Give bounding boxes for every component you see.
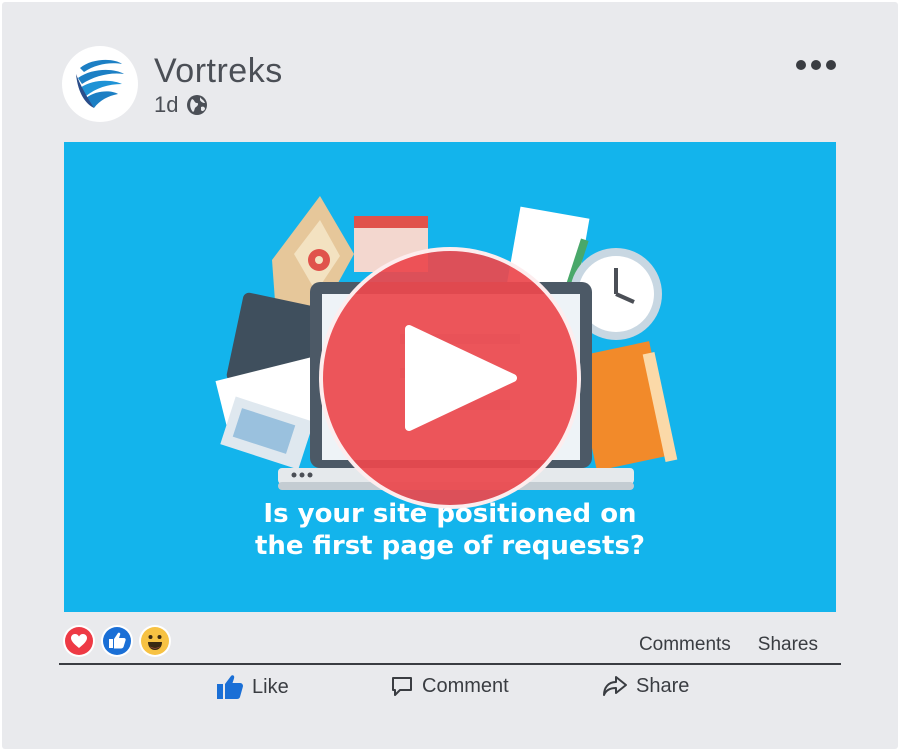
- thumbs-up-icon: [217, 675, 244, 699]
- post-meta: 1d: [154, 92, 208, 118]
- haha-reaction-icon: [139, 625, 171, 657]
- action-bar: Like Comment Share: [2, 674, 898, 706]
- page-avatar[interactable]: [62, 46, 138, 122]
- vortreks-logo-icon: [76, 59, 124, 108]
- play-button[interactable]: [319, 247, 581, 509]
- engagement-counts: Comments Shares: [639, 634, 818, 656]
- globe-icon: [187, 95, 208, 115]
- caption-line: Is your site positioned on: [263, 499, 637, 529]
- post-age[interactable]: 1d: [154, 92, 178, 118]
- shares-count-link[interactable]: Shares: [758, 634, 818, 656]
- video-caption: Is your site positioned on the first pag…: [64, 498, 836, 562]
- caption-line: the first page of requests?: [254, 531, 646, 561]
- comments-count-link[interactable]: Comments: [639, 634, 731, 656]
- like-button[interactable]: Like: [216, 674, 289, 700]
- post-card: Vortreks 1d Is your site positioned on t…: [2, 2, 898, 749]
- comment-icon: [392, 677, 412, 696]
- reactions-summary[interactable]: [62, 624, 176, 658]
- like-reaction-icon: [101, 625, 133, 657]
- share-icon: [603, 676, 627, 696]
- more-dot: [796, 60, 806, 70]
- more-dot: [826, 60, 836, 70]
- comment-label: Comment: [422, 674, 509, 697]
- more-options-button[interactable]: [796, 60, 836, 70]
- share-button[interactable]: Share: [602, 674, 689, 698]
- share-label: Share: [636, 674, 690, 697]
- love-reaction-icon: [63, 625, 95, 657]
- like-label: Like: [252, 675, 289, 698]
- page-name[interactable]: Vortreks: [154, 52, 283, 91]
- more-dot: [811, 60, 821, 70]
- comment-button[interactable]: Comment: [390, 674, 509, 698]
- divider: [59, 663, 841, 665]
- play-icon: [405, 325, 517, 431]
- post-video[interactable]: Is your site positioned on the first pag…: [64, 142, 836, 612]
